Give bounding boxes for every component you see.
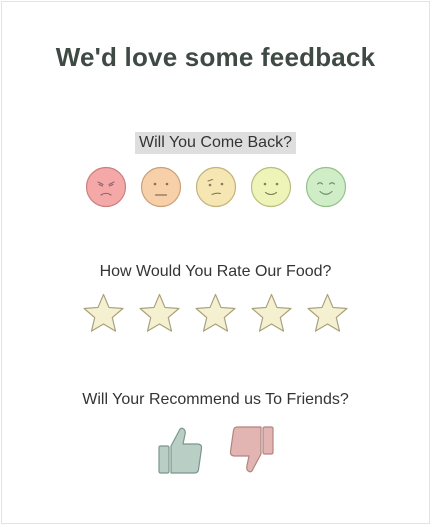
- star-3-icon[interactable]: [194, 292, 237, 334]
- angry-face-icon[interactable]: [85, 166, 127, 208]
- star-4-icon[interactable]: [250, 292, 293, 334]
- come-back-options: [2, 166, 429, 208]
- food-rating-stars: [2, 292, 429, 334]
- thumbs-up-icon[interactable]: [156, 425, 204, 475]
- recommend-options: [2, 425, 429, 475]
- question-recommend-label: Will Your Recommend us To Friends?: [82, 391, 349, 408]
- neutral-face-icon[interactable]: [140, 166, 182, 208]
- thumbs-down-icon[interactable]: [228, 425, 276, 475]
- star-5-icon[interactable]: [306, 292, 349, 334]
- question-food-rating: How Would You Rate Our Food?: [2, 261, 429, 283]
- question-come-back: Will You Come Back?: [2, 132, 429, 154]
- content-face-icon[interactable]: [250, 166, 292, 208]
- star-1-icon[interactable]: [82, 292, 125, 334]
- question-come-back-label: Will You Come Back?: [135, 132, 296, 154]
- page-title: We'd love some feedback: [55, 42, 376, 72]
- unsure-face-icon[interactable]: [195, 166, 237, 208]
- happy-face-icon[interactable]: [305, 166, 347, 208]
- question-recommend: Will Your Recommend us To Friends?: [2, 389, 429, 411]
- feedback-card: We'd love some feedback Will You Come Ba…: [1, 1, 430, 524]
- star-2-icon[interactable]: [138, 292, 181, 334]
- question-food-rating-label: How Would You Rate Our Food?: [99, 263, 332, 280]
